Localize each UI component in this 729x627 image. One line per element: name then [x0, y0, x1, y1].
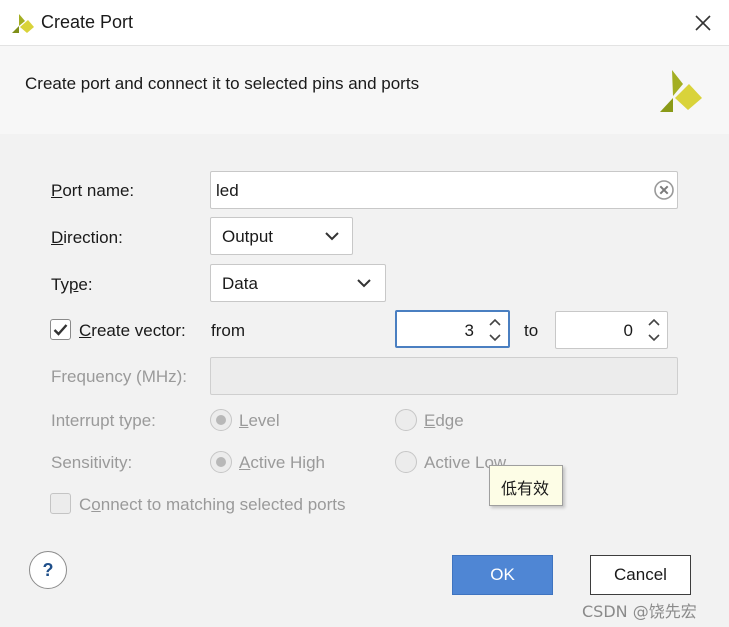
window-title: Create Port [41, 12, 134, 32]
tooltip: 低有效 [489, 465, 563, 506]
help-button[interactable]: ? [29, 551, 67, 589]
interrupt-level-radio [210, 409, 232, 431]
type-label: Type: [51, 275, 93, 294]
create-vector-checkbox[interactable] [50, 319, 71, 340]
from-label: from [211, 321, 245, 340]
spinner-arrows-icon[interactable] [488, 315, 502, 345]
type-value: Data [222, 274, 258, 293]
vector-to-value: 0 [623, 321, 633, 340]
vector-to-spinner[interactable]: 0 [555, 311, 668, 349]
sensitivity-active-high-radio [210, 451, 232, 473]
vector-from-spinner[interactable]: 3 [395, 310, 510, 348]
direction-dropdown[interactable]: Output [210, 217, 353, 255]
direction-label: Direction: [51, 228, 123, 247]
cancel-button[interactable]: Cancel [590, 555, 691, 595]
dialog-subtitle: Create port and connect it to selected p… [25, 74, 420, 93]
create-vector-label: Create vector: [79, 321, 186, 340]
sensitivity-label: Sensitivity: [51, 453, 133, 472]
chevron-down-icon [357, 279, 371, 288]
title-bar: Create Port [0, 0, 729, 46]
connect-matching-label: Connect to matching selected ports [79, 495, 346, 514]
sensitivity-active-high-label: Active High [239, 453, 325, 472]
vector-from-value: 3 [464, 321, 474, 340]
checkmark-icon [53, 324, 68, 336]
type-dropdown[interactable]: Data [210, 264, 386, 302]
interrupt-edge-radio [395, 409, 417, 431]
vivado-brand-icon [660, 70, 702, 112]
connect-matching-checkbox [50, 493, 71, 514]
clear-icon[interactable] [654, 180, 674, 200]
sensitivity-active-low-radio [395, 451, 417, 473]
frequency-input [210, 357, 678, 395]
direction-value: Output [222, 227, 274, 246]
chevron-down-icon [325, 232, 339, 241]
vivado-logo-icon [12, 14, 34, 33]
interrupt-type-label: Interrupt type: [51, 411, 156, 430]
to-label: to [524, 321, 539, 340]
ok-button[interactable]: OK [452, 555, 553, 595]
watermark: CSDN @饶先宏 [582, 602, 697, 621]
port-name-input[interactable]: led [210, 171, 678, 209]
frequency-label: Frequency (MHz): [51, 367, 188, 386]
close-icon [695, 15, 711, 31]
close-button[interactable] [686, 6, 720, 40]
port-name-value: led [216, 181, 239, 200]
interrupt-edge-label: Edge [424, 411, 464, 430]
dialog-header: Create port and connect it to selected p… [0, 46, 729, 134]
interrupt-level-label: Level [239, 411, 280, 430]
spinner-arrows-icon[interactable] [647, 315, 661, 345]
port-name-label: Port name: [51, 181, 135, 200]
